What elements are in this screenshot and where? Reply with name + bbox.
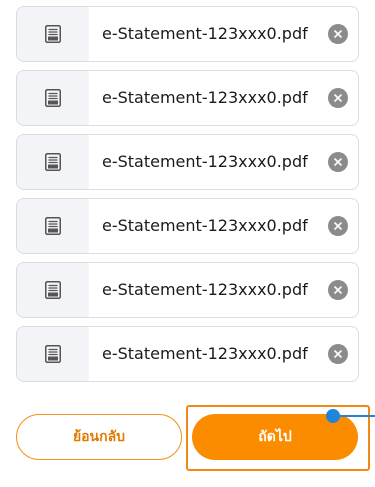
file-item: e-Statement-123xxx0.pdf bbox=[16, 70, 359, 126]
file-item: e-Statement-123xxx0.pdf bbox=[16, 6, 359, 62]
file-item: e-Statement-123xxx0.pdf bbox=[16, 134, 359, 190]
remove-file-button[interactable] bbox=[328, 344, 348, 364]
pdf-file-icon bbox=[17, 199, 89, 253]
pdf-file-icon bbox=[17, 71, 89, 125]
remove-file-button[interactable] bbox=[328, 24, 348, 44]
close-icon bbox=[334, 286, 342, 294]
close-icon bbox=[334, 158, 342, 166]
file-name: e-Statement-123xxx0.pdf bbox=[102, 88, 308, 107]
pdf-file-icon bbox=[17, 327, 89, 381]
file-name: e-Statement-123xxx0.pdf bbox=[102, 280, 308, 299]
file-name: e-Statement-123xxx0.pdf bbox=[102, 152, 308, 171]
file-item: e-Statement-123xxx0.pdf bbox=[16, 198, 359, 254]
back-button[interactable]: ย้อนกลับ bbox=[16, 414, 182, 460]
file-item: e-Statement-123xxx0.pdf bbox=[16, 262, 359, 318]
file-name: e-Statement-123xxx0.pdf bbox=[102, 24, 308, 43]
pointer-dot bbox=[326, 409, 340, 423]
file-name: e-Statement-123xxx0.pdf bbox=[102, 216, 308, 235]
remove-file-button[interactable] bbox=[328, 280, 348, 300]
remove-file-button[interactable] bbox=[328, 152, 348, 172]
pdf-file-icon bbox=[17, 263, 89, 317]
remove-file-button[interactable] bbox=[328, 216, 348, 236]
remove-file-button[interactable] bbox=[328, 88, 348, 108]
pdf-file-icon bbox=[17, 7, 89, 61]
file-name: e-Statement-123xxx0.pdf bbox=[102, 344, 308, 363]
close-icon bbox=[334, 350, 342, 358]
close-icon bbox=[334, 222, 342, 230]
file-item: e-Statement-123xxx0.pdf bbox=[16, 326, 359, 382]
close-icon bbox=[334, 30, 342, 38]
close-icon bbox=[334, 94, 342, 102]
pointer-line bbox=[338, 415, 375, 417]
pdf-file-icon bbox=[17, 135, 89, 189]
